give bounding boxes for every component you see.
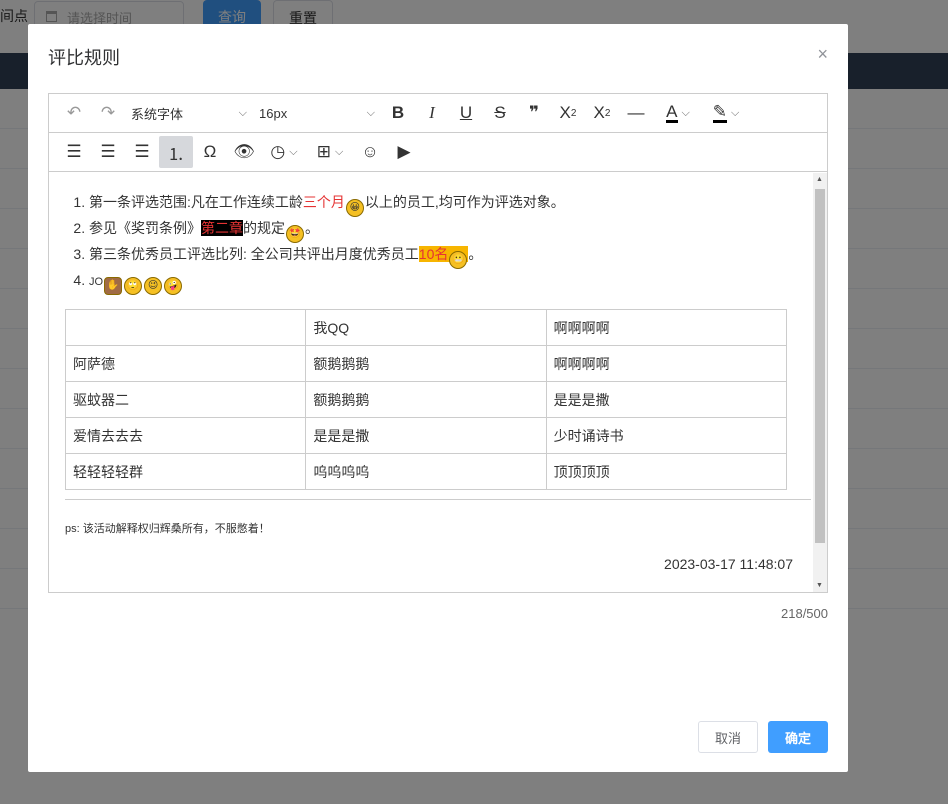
grinning-emoji-icon: 😀 [345,199,364,217]
font-size-select[interactable]: 16px ⌵ [253,97,381,129]
chevron-down-icon: ⌵ [366,106,375,119]
superscript-icon[interactable]: X2 [585,97,619,129]
table-row: 轻轻轻轻群 呜呜呜呜 顶顶顶顶 [64,453,788,490]
horizontal-rule-icon[interactable]: — [619,97,653,129]
align-left-icon[interactable]: ☰ [57,136,91,168]
clock-icon[interactable]: ◷ ⌵ [261,136,307,168]
eye-roll-emoji-icon: 🙄 [124,277,143,295]
blockquote-icon[interactable]: ❞ [517,97,551,129]
zany-emoji-icon: 🤪 [164,277,183,295]
table-row: 驱蚊器二 额鹅鹅鹅 是是是撒 [64,381,788,418]
highlight-color-icon[interactable]: ✎ ⌵ [703,97,749,129]
star-eyes-emoji-icon: 🤩 [286,225,304,243]
scrollbar[interactable]: ▲ ▼ [813,173,827,592]
confirm-button[interactable]: 确定 [768,721,828,753]
table-row: 阿萨德 额鹅鹅鹅 啊啊啊啊 [64,345,788,382]
emoji-icon[interactable]: ☺ [353,136,387,168]
list-item: 第三条优秀员工评选比列: 全公司共评出月度优秀员工10名😬。 [89,243,827,269]
undo-icon[interactable]: ↶ [57,97,91,129]
wink-emoji-icon: 😉 [144,277,163,295]
table-row: 我QQ 啊啊啊啊 [64,309,788,346]
cancel-button[interactable]: 取消 [698,721,758,753]
timestamp: 2023-03-17 11:48:07 [664,556,793,572]
ordered-list-icon[interactable]: ⒈ [159,136,193,168]
font-color-icon[interactable]: A ⌵ [653,97,703,129]
close-icon[interactable]: × [817,44,828,65]
toolbar-row-1: ↶ ↷ 系统字体 ⌵ 16px ⌵ B I U S ❞ X2 X2 — A ⌵ ✎ ⌵ [49,94,827,133]
font-size-value: 16px [259,105,288,121]
align-right-icon[interactable]: ☰ [125,136,159,168]
bold-icon[interactable]: B [381,97,415,129]
toolbar-row-2: ☰ ☰ ☰ ⒈ Ω 👁 ◷ ⌵ ⊞ ⌵ ☺ ▶ [49,133,827,172]
rules-dialog: 评比规则 × ↶ ↷ 系统字体 ⌵ 16px ⌵ B I U S ❞ X2 X2 —… [28,24,848,772]
list-item: JO✋🙄😉🤪 [89,269,827,295]
dialog-title: 评比规则 [48,48,120,68]
font-family-value: 系统字体 [131,106,184,122]
editor-content[interactable]: 第一条评选范围:凡在工作连续工龄三个月😀以上的员工,均可作为评选对象。 参见《奖… [49,173,827,592]
grimacing-emoji-icon: 😬 [449,251,468,269]
list-item: 参见《奖罚条例》第二章的规定🤩。 [89,217,827,243]
scroll-up-icon[interactable]: ▲ [816,176,823,183]
table-row: 爱情去去去 是是是撒 少时诵诗书 [64,417,788,454]
rich-text-editor: ↶ ↷ 系统字体 ⌵ 16px ⌵ B I U S ❞ X2 X2 — A ⌵ ✎ ⌵ … [48,93,828,593]
rules-list: 第一条评选范围:凡在工作连续工龄三个月😀以上的员工,均可作为评选对象。 参见《奖… [49,173,827,295]
hand-emoji-icon: ✋ [104,277,123,295]
scroll-down-icon[interactable]: ▼ [816,582,823,589]
preview-eye-icon[interactable]: 👁 [227,136,261,168]
chevron-down-icon: ⌵ [238,106,247,119]
scrollbar-thumb[interactable] [815,189,825,543]
media-play-icon[interactable]: ▶ [387,136,421,168]
align-center-icon[interactable]: ☰ [91,136,125,168]
ps-note: ps: 该活动解释权归辉桑所有，不服憋着！ [65,523,270,535]
list-item: 第一条评选范围:凡在工作连续工龄三个月😀以上的员工,均可作为评选对象。 [89,191,827,217]
underline-icon[interactable]: U [449,97,483,129]
table-icon[interactable]: ⊞ ⌵ [307,136,353,168]
redo-icon[interactable]: ↷ [91,97,125,129]
char-count: 218/500 [781,606,828,621]
content-table: 我QQ 啊啊啊啊 阿萨德 额鹅鹅鹅 啊啊啊啊 驱蚊器二 额鹅鹅鹅 是是是撒 爱情去去去是… [64,309,788,490]
subscript-icon[interactable]: X2 [551,97,585,129]
italic-icon[interactable]: I [415,97,449,129]
font-family-select[interactable]: 系统字体 ⌵ [125,97,253,129]
special-char-icon[interactable]: Ω [193,136,227,168]
strikethrough-icon[interactable]: S [483,97,517,129]
divider [65,499,811,500]
